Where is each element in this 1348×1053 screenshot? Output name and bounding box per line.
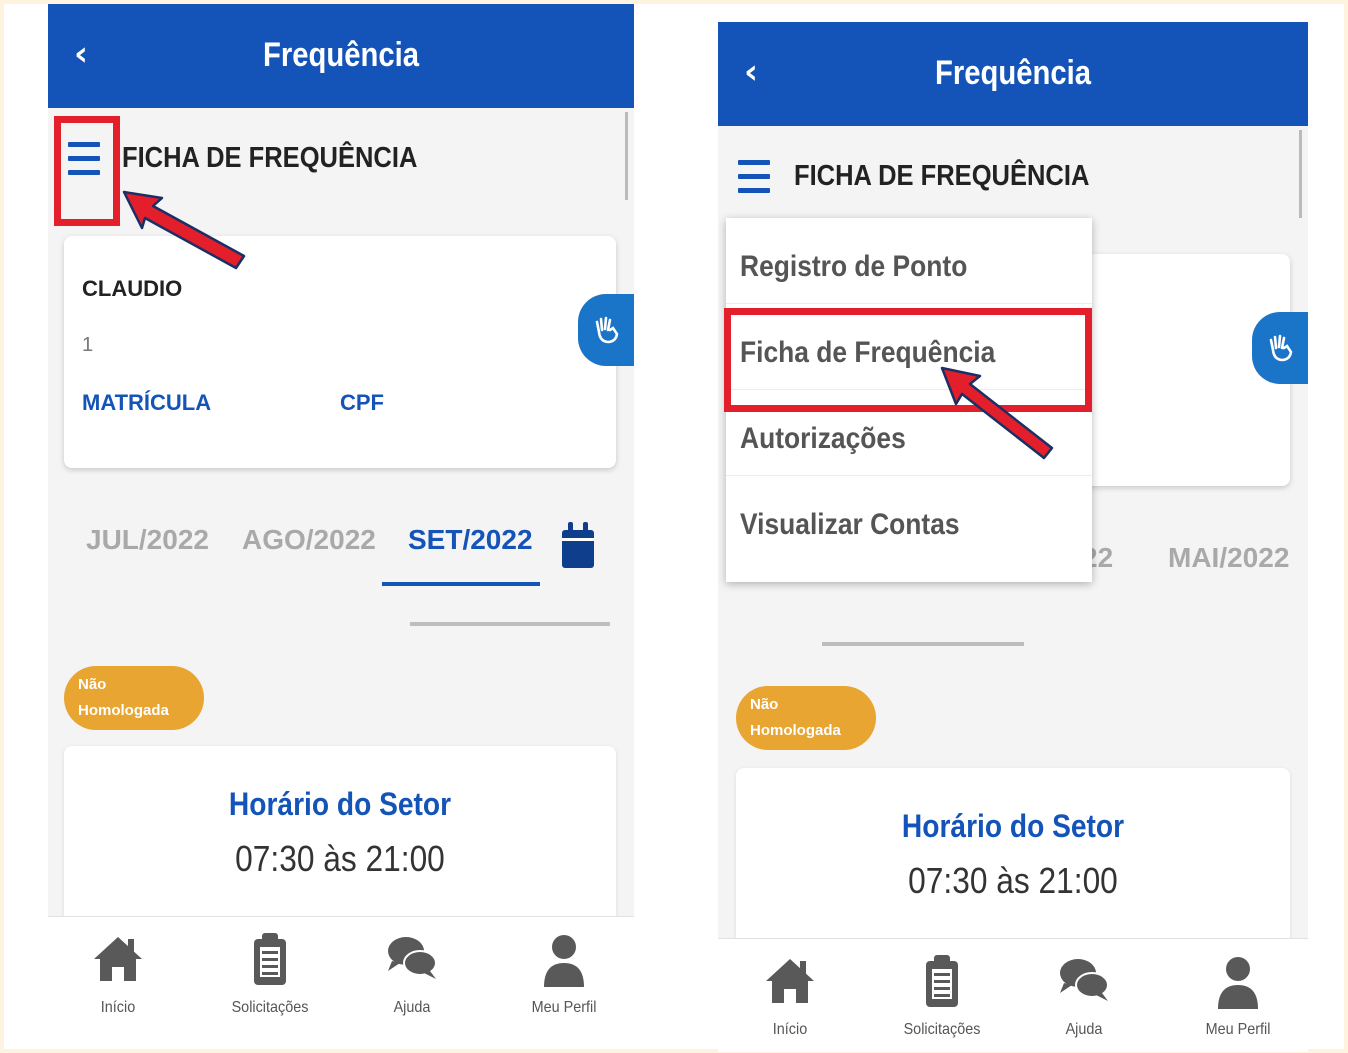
hamburger-menu-icon[interactable] — [738, 158, 770, 196]
bottom-nav: Início Solicitações Ajuda Meu Perfil — [48, 916, 634, 1040]
nav-meu-perfil[interactable]: Meu Perfil — [1178, 939, 1298, 1052]
libras-accessibility-button[interactable] — [1252, 312, 1308, 384]
clipboard-icon — [926, 955, 958, 1007]
phone-screen-right: ‹ Frequência FICHA DE FREQUÊNCIA 22 MAI/… — [718, 22, 1308, 1052]
status-badge: Não Homologada — [64, 666, 204, 730]
schedule-title: Horário do Setor — [901, 808, 1125, 844]
sign-language-hand-icon — [1269, 334, 1293, 362]
active-tab-indicator — [382, 582, 540, 586]
menu-item-registro-ponto[interactable]: Registro de Ponto — [726, 218, 1092, 304]
home-icon — [766, 959, 814, 1003]
status-badge-line2: Homologada — [78, 702, 169, 719]
scroll-indicator — [410, 622, 610, 626]
menu-item-label: Visualizar Contas — [740, 508, 960, 541]
nav-label: Ajuda — [393, 999, 431, 1016]
calendar-icon[interactable] — [562, 522, 594, 568]
nav-label: Início — [100, 999, 136, 1016]
app-header: ‹ Frequência — [48, 4, 634, 108]
status-badge-line1: Não — [750, 696, 779, 713]
clipboard-icon — [254, 933, 286, 985]
page-title: Frequência — [262, 36, 419, 74]
scrollbar[interactable] — [625, 112, 628, 200]
nav-meu-perfil[interactable]: Meu Perfil — [504, 917, 624, 1040]
schedule-time: 07:30 às 21:00 — [235, 838, 445, 879]
scroll-indicator — [822, 642, 1024, 646]
user-icon — [1218, 957, 1258, 1009]
back-icon[interactable]: ‹ — [744, 52, 758, 92]
ficha-title: FICHA DE FREQUÊNCIA — [122, 142, 418, 174]
tab-month-jul[interactable]: JUL/2022 — [86, 524, 209, 556]
nav-ajuda[interactable]: Ajuda — [352, 917, 472, 1040]
nav-solicitacoes[interactable]: Solicitações — [210, 917, 330, 1040]
nav-inicio[interactable]: Início — [730, 939, 850, 1052]
ficha-title: FICHA DE FREQUÊNCIA — [794, 160, 1090, 192]
highlight-box-hamburger — [54, 116, 120, 226]
nav-label: Meu Perfil — [531, 999, 597, 1016]
home-icon — [94, 937, 142, 981]
user-number: 1 — [82, 334, 94, 356]
nav-label: Ajuda — [1065, 1021, 1103, 1038]
matricula-label: MATRÍCULA — [82, 390, 212, 415]
tab-month-ago[interactable]: AGO/2022 — [242, 524, 376, 556]
sign-language-hand-icon — [595, 316, 619, 344]
nav-inicio[interactable]: Início — [58, 917, 178, 1040]
cpf-label: CPF — [340, 390, 384, 415]
menu-item-label: Autorizações — [740, 422, 906, 455]
nav-ajuda[interactable]: Ajuda — [1024, 939, 1144, 1052]
menu-item-label: Registro de Ponto — [740, 250, 968, 283]
nav-label: Meu Perfil — [1205, 1021, 1271, 1038]
tab-month-set[interactable]: SET/2022 — [408, 524, 533, 556]
nav-label: Início — [772, 1021, 808, 1038]
chat-bubbles-icon — [1060, 959, 1109, 1001]
bottom-nav: Início Solicitações Ajuda Meu Perfil — [718, 938, 1308, 1052]
libras-accessibility-button[interactable] — [578, 294, 634, 366]
tab-month-mai[interactable]: MAI/2022 — [1168, 542, 1289, 574]
page-title: Frequência — [934, 54, 1091, 92]
user-name: CLAUDIO — [82, 276, 183, 301]
status-badge-line1: Não — [78, 676, 107, 693]
schedule-title: Horário do Setor — [228, 786, 452, 822]
nav-label: Solicitações — [903, 1021, 981, 1038]
status-badge: Não Homologada — [736, 686, 876, 750]
nav-solicitacoes[interactable]: Solicitações — [882, 939, 1002, 1052]
menu-item-visualizar-contas[interactable]: Visualizar Contas — [726, 476, 1092, 562]
red-arrow-icon — [122, 190, 246, 270]
chat-bubbles-icon — [388, 937, 437, 979]
scrollbar[interactable] — [1299, 130, 1302, 218]
schedule-time: 07:30 às 21:00 — [908, 860, 1118, 901]
red-arrow-icon — [940, 366, 1054, 460]
phone-screen-left: ‹ Frequência FICHA DE FREQUÊNCIA CLAUDIO… — [48, 4, 634, 1040]
month-tabs: JUL/2022 AGO/2022 SET/2022 — [48, 522, 634, 594]
user-icon — [544, 935, 584, 987]
back-icon[interactable]: ‹ — [74, 34, 88, 74]
nav-label: Solicitações — [231, 999, 309, 1016]
status-badge-line2: Homologada — [750, 722, 841, 739]
app-header: ‹ Frequência — [718, 22, 1308, 126]
